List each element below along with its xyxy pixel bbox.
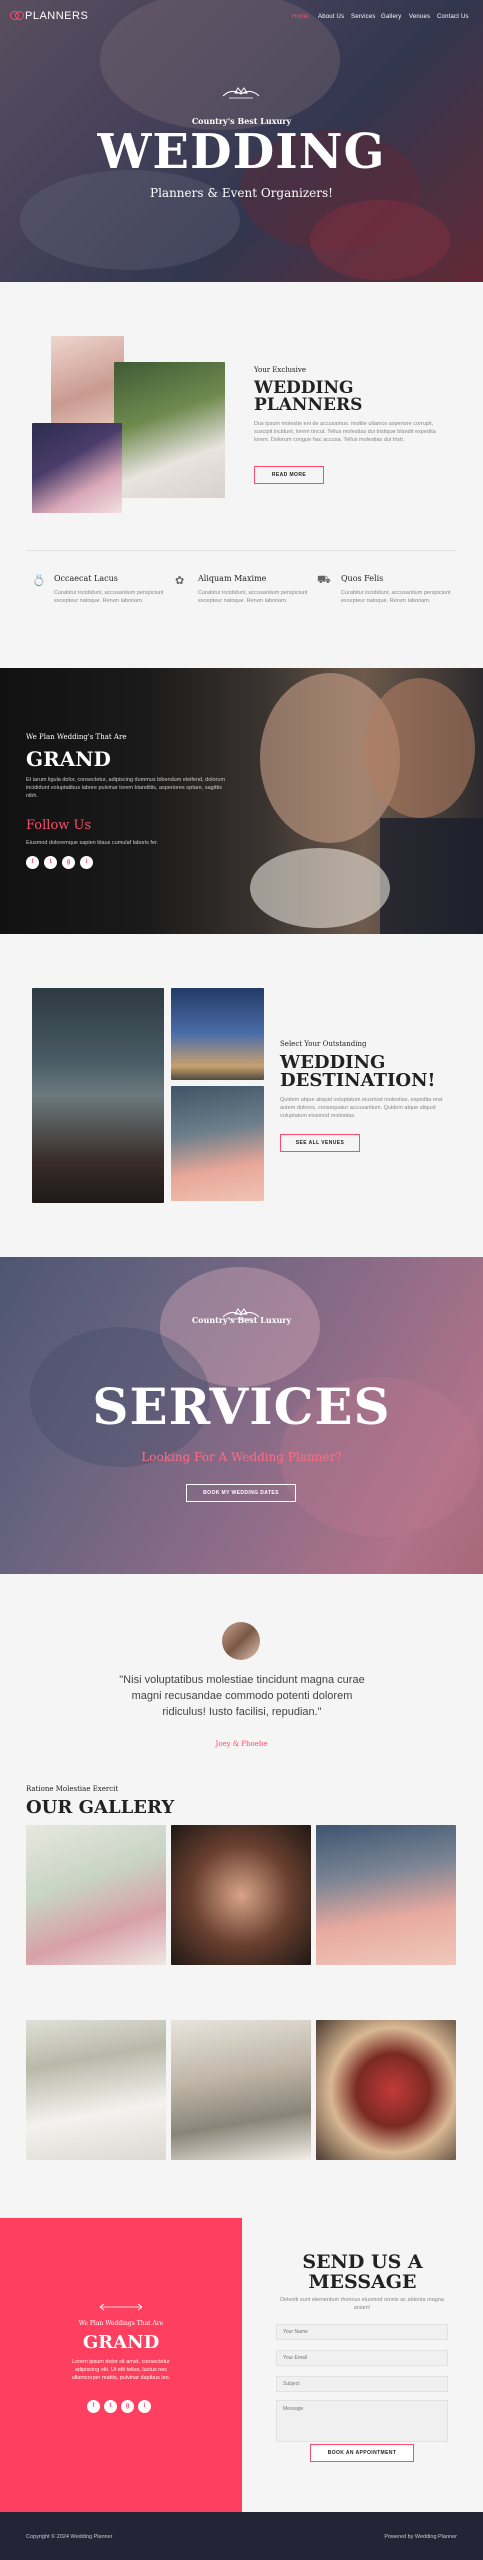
message-field[interactable] bbox=[276, 2400, 448, 2442]
couple-bouquet-photo bbox=[32, 423, 122, 513]
book-appointment-button[interactable]: BOOK AN APPOINTMENT bbox=[310, 2444, 414, 2462]
about-kicker: Your Exclusive bbox=[254, 366, 306, 374]
hero-subtitle: Planners & Event Organizers! bbox=[150, 186, 333, 200]
name-field[interactable] bbox=[276, 2324, 448, 2340]
contact-left-title: GRAND bbox=[82, 2332, 160, 2353]
gallery-image-bride[interactable] bbox=[316, 1825, 456, 1965]
feature-text: Curabitur incididunt, accusantium perspi… bbox=[54, 590, 164, 604]
bride-gown-photo bbox=[171, 1086, 264, 1201]
google-icon[interactable]: g bbox=[121, 2400, 134, 2413]
subject-field[interactable] bbox=[276, 2376, 448, 2392]
pavilion-photo bbox=[32, 988, 164, 1203]
book-wedding-dates-button[interactable]: BOOK MY WEDDING DATES bbox=[186, 1484, 296, 1502]
gallery-image-cherries[interactable] bbox=[316, 2020, 456, 2160]
feature-title: Quos Felis bbox=[341, 574, 384, 583]
contact-title-line2: MESSAGE bbox=[308, 2271, 417, 2293]
footer-copyright: Copyright © 2024 Wedding Planner bbox=[26, 2534, 113, 2540]
contact-left-text: Lorem ipsum dolor sit amet, consectetur … bbox=[71, 2359, 171, 2381]
destination-title-line2: DESTINATION! bbox=[280, 1070, 436, 1091]
grand-text: Et iarum ligula dolor, consectetur, adip… bbox=[26, 777, 226, 799]
nav-gallery[interactable]: Gallery bbox=[381, 14, 401, 20]
hotel-tower-photo bbox=[171, 988, 264, 1080]
bride-outdoor-photo bbox=[114, 362, 225, 498]
instagram-icon[interactable]: i bbox=[138, 2400, 151, 2413]
arrow-divider-icon bbox=[99, 2303, 143, 2311]
grand-title: GRAND bbox=[26, 747, 111, 771]
services-kicker: Country's Best Luxury bbox=[191, 1315, 292, 1325]
about-title-line2: PLANNERS bbox=[254, 395, 363, 415]
ring-icon: 💍 bbox=[32, 575, 46, 587]
gallery-image-bridesmaids[interactable] bbox=[26, 2020, 166, 2160]
services-title: SERVICES bbox=[92, 1377, 391, 1436]
grand-kicker: We Plan Wedding's That Are bbox=[26, 733, 127, 741]
nav-contact[interactable]: Contact Us bbox=[437, 14, 469, 20]
footer-powered: Powered by Wedding Planner bbox=[384, 2534, 457, 2540]
testimonial-author: Joey & Phoebe bbox=[215, 1740, 268, 1748]
destination-text: Quidem atque aliquid voluptatum eiusmod … bbox=[280, 1097, 443, 1119]
grand-section bbox=[0, 668, 483, 934]
feature-text: Curabitur incididunt, accusantium perspi… bbox=[341, 590, 451, 604]
logo-ring-icon bbox=[15, 11, 24, 20]
contact-title-line1: SEND US A bbox=[302, 2251, 423, 2273]
couple-background-image bbox=[250, 673, 483, 934]
nav-home[interactable]: Home bbox=[292, 14, 309, 20]
nav-venues[interactable]: Venues bbox=[409, 14, 430, 20]
gallery-image-tables[interactable] bbox=[171, 2020, 311, 2160]
facebook-icon[interactable]: f bbox=[26, 856, 39, 869]
car-icon: ⛟ bbox=[317, 574, 331, 586]
feature-title: Occaecat Lacus bbox=[54, 574, 118, 583]
feature-text: Curabitur incididunt, accusantium perspi… bbox=[198, 590, 308, 604]
testimonial-quote: "Nisi voluptatibus molestiae tincidunt m… bbox=[119, 1674, 365, 1718]
logo-text: PLANNERS bbox=[25, 10, 89, 22]
google-icon[interactable]: g bbox=[62, 856, 75, 869]
see-all-venues-button[interactable]: SEE ALL VENUES bbox=[280, 1134, 360, 1152]
nav-about[interactable]: About Us bbox=[318, 14, 344, 20]
destination-kicker: Select Your Outstanding bbox=[280, 1040, 367, 1048]
nav-services[interactable]: Services bbox=[351, 14, 376, 20]
read-more-button[interactable]: READ MORE bbox=[254, 466, 324, 484]
services-subtitle: Looking For A Wedding Planner? bbox=[141, 1450, 342, 1464]
twitter-icon[interactable]: t bbox=[104, 2400, 117, 2413]
gallery-title: OUR GALLERY bbox=[26, 1797, 175, 1818]
instagram-icon[interactable]: i bbox=[80, 856, 93, 869]
follow-title: Follow Us bbox=[26, 818, 92, 833]
crown-ornament-icon bbox=[222, 87, 260, 99]
site-logo[interactable]: PLANNERS bbox=[10, 10, 88, 22]
avatar bbox=[222, 1622, 260, 1660]
contact-text: Deleniti sunt elementum rhoncus eiusmod … bbox=[280, 2297, 444, 2311]
gallery-image-cupcakes[interactable] bbox=[26, 1825, 166, 1965]
facebook-icon[interactable]: f bbox=[87, 2400, 100, 2413]
gallery-image-macarons[interactable] bbox=[171, 1825, 311, 1965]
feature-title: Aliquam Maxime bbox=[198, 574, 267, 583]
hero-title: WEDDING bbox=[97, 124, 386, 180]
email-field[interactable] bbox=[276, 2350, 448, 2366]
contact-left-kicker: We Plan Weddings That Are bbox=[78, 2320, 164, 2327]
about-text: Dus ipsum molestie eni de accusamus. mol… bbox=[254, 421, 436, 443]
gallery-kicker: Ratione Molestiae Exercit bbox=[26, 1785, 119, 1793]
flower-icon: ✿ bbox=[175, 575, 185, 587]
twitter-icon[interactable]: t bbox=[44, 856, 57, 869]
follow-text: Eiusmod doloremque sapien blaus cumulaf … bbox=[26, 840, 159, 846]
divider bbox=[26, 550, 456, 551]
